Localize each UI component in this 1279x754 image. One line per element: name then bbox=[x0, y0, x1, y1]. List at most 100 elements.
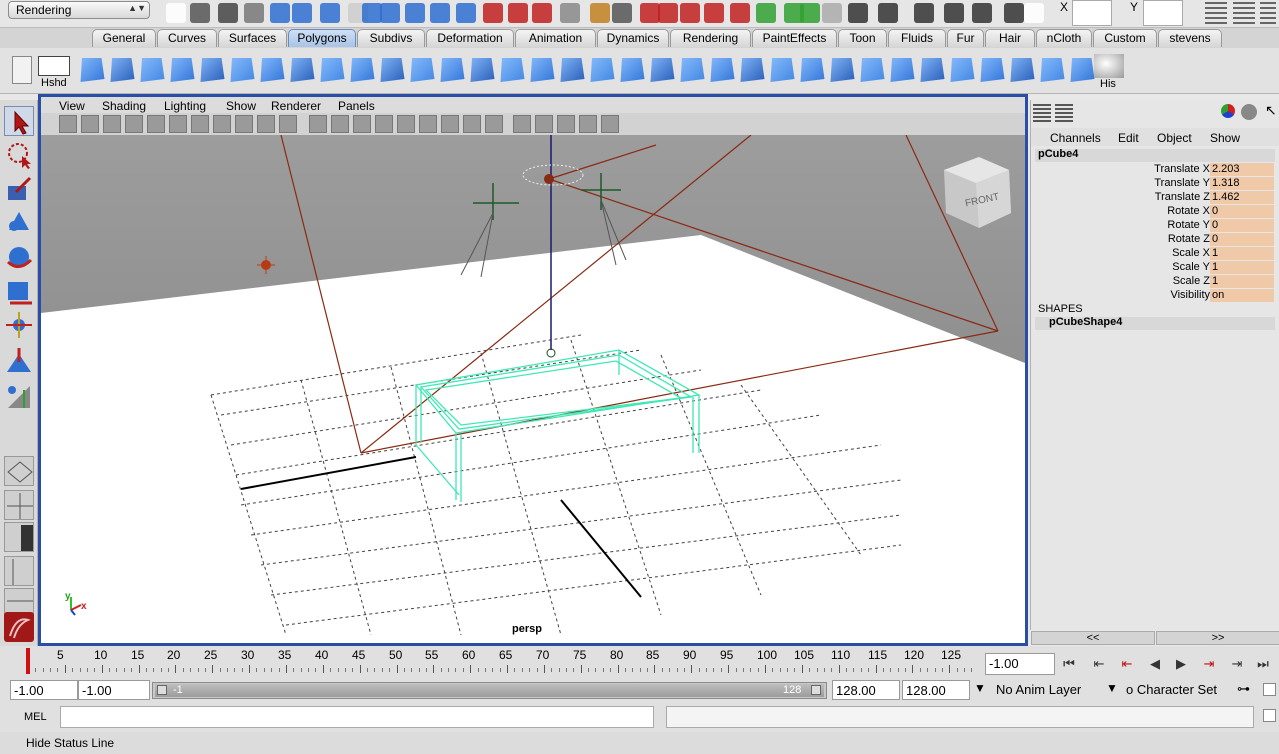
channel-value[interactable]: 1 bbox=[1210, 261, 1274, 274]
xray-icon[interactable] bbox=[513, 115, 531, 133]
lasso-tool-button[interactable] bbox=[4, 140, 34, 170]
move-tool-button[interactable] bbox=[4, 206, 34, 236]
open-scene-icon[interactable] bbox=[190, 3, 210, 23]
graph-layout-button[interactable] bbox=[4, 556, 34, 586]
channel-row[interactable]: Rotate Z0 bbox=[1031, 233, 1279, 247]
shelf-tab-animation[interactable]: Animation bbox=[515, 29, 596, 47]
snap-curve-icon[interactable] bbox=[380, 3, 400, 23]
component-mode-icon[interactable] bbox=[320, 3, 340, 23]
hud-icon[interactable] bbox=[579, 115, 597, 133]
split-polygon-icon[interactable] bbox=[710, 58, 735, 82]
play-backward-button[interactable]: ◀ bbox=[1146, 656, 1164, 672]
panel-menu-show[interactable]: Show bbox=[226, 99, 256, 113]
shape-name[interactable]: pCubeShape4 bbox=[1049, 316, 1122, 328]
color-wheel-icon[interactable] bbox=[1221, 104, 1235, 118]
clapper-icon[interactable] bbox=[944, 3, 964, 23]
rotate-tool-button[interactable] bbox=[4, 242, 34, 272]
shelf-tab-general[interactable]: General bbox=[92, 29, 156, 47]
channel-value[interactable]: on bbox=[1210, 289, 1274, 302]
cb-menu-show[interactable]: Show bbox=[1210, 131, 1240, 145]
render-frame-icon[interactable] bbox=[508, 3, 528, 23]
animation-end-field[interactable]: 128.00 bbox=[902, 680, 970, 700]
render-globals-icon[interactable] bbox=[878, 3, 898, 23]
time-slider[interactable] bbox=[0, 646, 1279, 678]
new-scene-icon[interactable] bbox=[166, 3, 186, 23]
snap-point-icon[interactable] bbox=[405, 3, 425, 23]
checker-e-icon[interactable] bbox=[1070, 58, 1095, 82]
channel-row[interactable]: Translate Y 1.318 bbox=[1031, 177, 1279, 191]
snap-plane-icon[interactable] bbox=[430, 3, 450, 23]
script-editor-icon[interactable] bbox=[1263, 709, 1276, 722]
selection-mode-icon[interactable] bbox=[244, 3, 264, 23]
paint-select-tool-button[interactable] bbox=[4, 174, 34, 204]
shelf-tab-stevens[interactable]: stevens bbox=[1158, 29, 1222, 47]
range-end-grip-icon[interactable] bbox=[811, 685, 821, 695]
frame-selected-icon[interactable] bbox=[601, 115, 619, 133]
cube-icon[interactable] bbox=[110, 58, 135, 82]
offset-edge-loop-icon[interactable] bbox=[770, 58, 795, 82]
show-manipulator-button[interactable] bbox=[4, 380, 34, 410]
play-forward-button[interactable]: ▶ bbox=[1172, 656, 1190, 672]
history-icon[interactable] bbox=[483, 3, 503, 23]
panel-menu-shading[interactable]: Shading bbox=[102, 99, 146, 113]
current-frame-field[interactable]: -1.00 bbox=[985, 653, 1055, 675]
channel-row[interactable]: Scale Z1 bbox=[1031, 275, 1279, 289]
sphere-icon[interactable] bbox=[1241, 104, 1257, 120]
range-start-grip-icon[interactable] bbox=[157, 685, 167, 695]
film-gate-icon[interactable] bbox=[169, 115, 187, 133]
smooth-shade-icon[interactable] bbox=[331, 115, 349, 133]
uv-layout-icon[interactable] bbox=[920, 58, 945, 82]
channel-value[interactable]: 0 bbox=[1210, 205, 1274, 218]
go-to-end-button[interactable]: ⏭ bbox=[1254, 656, 1272, 672]
channel-box-toggle-icon[interactable] bbox=[1260, 2, 1276, 24]
bounding-box-icon[interactable] bbox=[375, 115, 393, 133]
channel-row[interactable]: Rotate Y0 bbox=[1031, 219, 1279, 233]
key-icon[interactable]: ⊶ bbox=[1237, 681, 1250, 697]
channel-value[interactable]: 1.462 bbox=[1210, 191, 1274, 204]
shelf-tab-ncloth[interactable]: nCloth bbox=[1036, 29, 1092, 47]
select-tool-button[interactable] bbox=[4, 106, 34, 136]
cone-icon[interactable] bbox=[170, 58, 195, 82]
checker-b-icon[interactable] bbox=[980, 58, 1005, 82]
x-input[interactable] bbox=[1072, 0, 1112, 26]
auto-key-icon[interactable] bbox=[1263, 683, 1276, 696]
render-settings-icon[interactable] bbox=[560, 3, 580, 23]
separate-icon[interactable] bbox=[410, 58, 435, 82]
single-pane-layout-button[interactable] bbox=[4, 456, 34, 486]
isolate-select-icon[interactable] bbox=[535, 115, 553, 133]
resolution-gate-icon[interactable] bbox=[191, 115, 209, 133]
viewport-3d[interactable]: y x FRONT persp bbox=[41, 135, 1025, 643]
hypershade-icon[interactable] bbox=[38, 56, 70, 76]
channel-value[interactable]: 2.203 bbox=[1210, 163, 1274, 176]
playback-end-field[interactable]: 128.00 bbox=[832, 680, 900, 700]
y-input[interactable] bbox=[1143, 0, 1183, 26]
field-chart-icon[interactable] bbox=[235, 115, 253, 133]
cylinder-icon[interactable] bbox=[140, 58, 165, 82]
cb-nav-left-button[interactable]: << bbox=[1031, 631, 1155, 645]
shelf-tab-surfaces[interactable]: Surfaces bbox=[218, 29, 287, 47]
bevel-icon[interactable] bbox=[860, 58, 885, 82]
shelf-menu-icon[interactable] bbox=[12, 56, 32, 84]
step-forward-frame-button[interactable]: ⇥ bbox=[1200, 656, 1218, 672]
ipr-icon[interactable] bbox=[848, 3, 868, 23]
channel-row[interactable]: Scale Y1 bbox=[1031, 261, 1279, 275]
animation-start-field[interactable]: -1.00 bbox=[10, 680, 78, 700]
channel-value[interactable]: 1 bbox=[1210, 275, 1274, 288]
save-scene-icon[interactable] bbox=[218, 3, 238, 23]
checker-d-icon[interactable] bbox=[1040, 58, 1065, 82]
lock-icon[interactable] bbox=[590, 3, 610, 23]
channel-value[interactable]: 1 bbox=[1210, 247, 1274, 260]
magnet-d-icon[interactable] bbox=[704, 3, 724, 23]
bridge-icon[interactable] bbox=[650, 58, 675, 82]
channel-row[interactable]: Scale X1 bbox=[1031, 247, 1279, 261]
cb-menu-channels[interactable]: Channels bbox=[1050, 131, 1101, 145]
input-ops-icon[interactable] bbox=[756, 3, 776, 23]
flat-shade-icon[interactable] bbox=[353, 115, 371, 133]
channel-value[interactable]: 0 bbox=[1210, 219, 1274, 232]
panel-menu-view[interactable]: View bbox=[59, 99, 85, 113]
tool-settings-icon[interactable] bbox=[1233, 2, 1255, 24]
history-icon[interactable] bbox=[1094, 54, 1124, 78]
menu-set-dropdown[interactable]: Rendering ▲▼ bbox=[8, 1, 150, 19]
clapper-b-icon[interactable] bbox=[972, 3, 992, 23]
outliner-layout-button[interactable] bbox=[4, 522, 34, 552]
